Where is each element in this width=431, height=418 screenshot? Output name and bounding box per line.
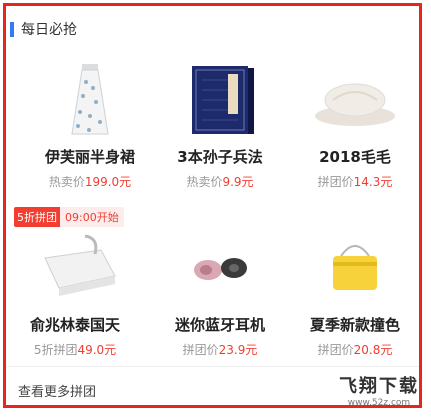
product-card-book[interactable]: 3本孙子兵法 热卖价9.9元 [150,60,290,190]
product-price: 拼团价23.9元 [182,343,258,357]
product-name: 迷你蓝牙耳机 [174,316,265,334]
watermark: 飞翔下载 www.52z.com [339,372,419,408]
product-price: 热卖价9.9元 [186,175,254,189]
latex-pillow-icon [5,228,145,306]
group-buy-badge: 5折拼团 09:00开始 [14,207,124,227]
product-card-slipper[interactable]: 2018毛毛 拼团价14.3元 [285,60,425,190]
section-title: 每日必抢 [21,22,77,38]
yellow-bag-icon [285,228,425,306]
discount-badge: 5折拼团 [14,207,60,227]
product-price: 5折拼团49.0元 [33,343,117,357]
bluetooth-earbud-icon [150,228,290,306]
book-box-icon [150,60,290,138]
start-time-badge: 09:00开始 [60,207,124,227]
skirt-icon [20,60,160,138]
section-header: 每日必抢 [10,18,77,40]
title-accent-bar [10,21,14,37]
product-name: 俞兆林泰国天 [29,316,120,334]
product-card-skirt[interactable]: 伊芙丽半身裙 热卖价199.0元 [20,60,160,190]
product-name: 3本孙子兵法 [177,148,263,166]
view-more-link[interactable]: 查看更多拼团 [18,381,96,400]
product-name: 夏季新款撞色 [309,316,400,334]
fur-slipper-icon [285,60,425,138]
section-divider [6,366,419,367]
product-price: 拼团价14.3元 [317,175,393,189]
product-price: 拼团价20.8元 [317,343,393,357]
product-card-bag[interactable]: 夏季新款撞色 拼团价20.8元 [285,228,425,358]
product-price: 热卖价199.0元 [48,175,132,189]
product-card-pillow[interactable]: 俞兆林泰国天 5折拼团49.0元 [5,228,145,358]
product-name: 伊芙丽半身裙 [44,148,135,166]
watermark-url: www.52z.com [347,398,411,408]
product-name: 2018毛毛 [319,148,391,166]
product-card-earbud[interactable]: 迷你蓝牙耳机 拼团价23.9元 [150,228,290,358]
watermark-title: 飞翔下载 [339,376,419,397]
